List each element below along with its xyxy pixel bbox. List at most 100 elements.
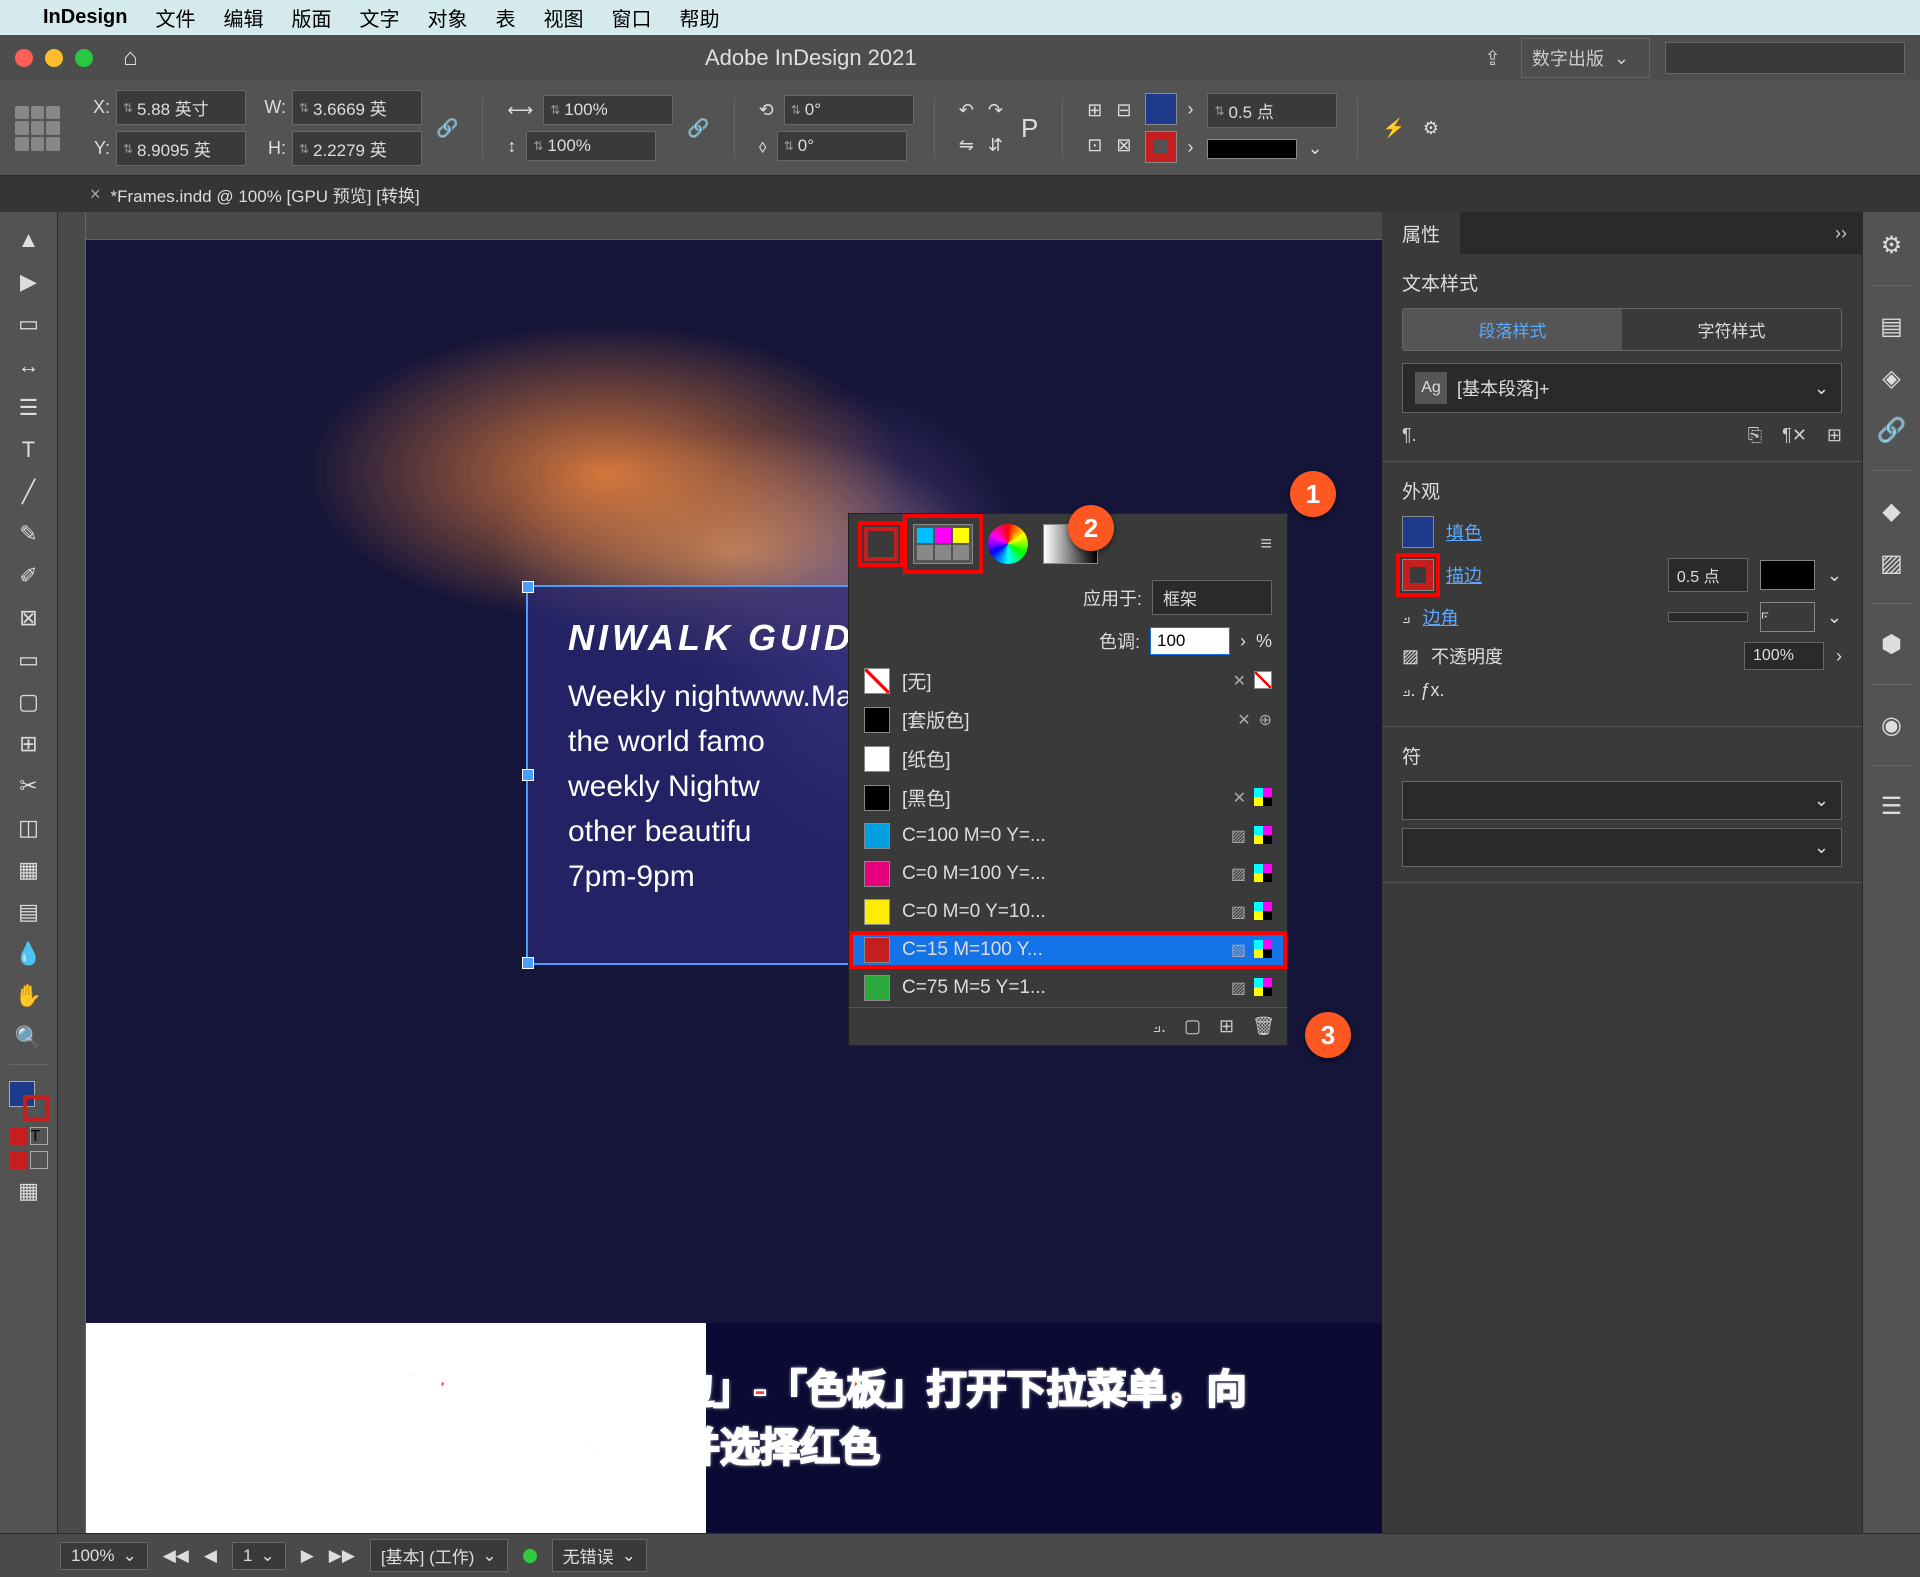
menu-layout[interactable]: 版面 xyxy=(291,3,331,32)
menu-edit[interactable]: 编辑 xyxy=(223,3,263,32)
p-icon[interactable]: P xyxy=(1017,109,1042,148)
menu-view[interactable]: 视图 xyxy=(543,3,583,32)
apply-color-icon[interactable] xyxy=(10,1127,28,1145)
flip-h-icon[interactable]: ⇋ xyxy=(955,131,978,160)
default-colors[interactable] xyxy=(10,1151,48,1169)
menu-object[interactable]: 对象 xyxy=(427,3,467,32)
page-selector[interactable]: 1⌄ xyxy=(232,1542,286,1570)
zoom-selector[interactable]: 100%⌄ xyxy=(60,1542,148,1570)
stroke-swatch[interactable] xyxy=(1145,131,1177,163)
menu-help[interactable]: 帮助 xyxy=(679,3,719,32)
constrain-icon[interactable]: 🔗 xyxy=(432,114,462,143)
stroke-link[interactable]: 描边 xyxy=(1446,562,1482,588)
zoom-tool[interactable]: 🔍 xyxy=(7,1018,51,1058)
opacity-input[interactable]: 100% xyxy=(1744,642,1824,670)
horizontal-ruler[interactable] xyxy=(86,212,1382,240)
new-group-icon[interactable]: ▢ xyxy=(1184,1016,1201,1037)
rotate-cw-icon[interactable]: ↷ xyxy=(984,96,1007,125)
share-icon[interactable]: ⇪ xyxy=(1484,46,1501,71)
preset-selector[interactable]: [基本] (工作)⌄ xyxy=(370,1539,508,1572)
align-icon-1[interactable]: ⊞ xyxy=(1083,96,1106,125)
pencil-tool[interactable]: ✐ xyxy=(7,556,51,596)
shear-input[interactable]: ⇅0° xyxy=(777,131,907,161)
hand-tool[interactable]: ✋ xyxy=(7,976,51,1016)
swatch-options-icon[interactable]: ⟓. xyxy=(1152,1016,1166,1037)
close-tab-icon[interactable]: × xyxy=(90,184,101,205)
stroke-style-selector[interactable] xyxy=(1207,139,1297,159)
character-style-tab[interactable]: 字符样式 xyxy=(1622,309,1841,350)
next-page-icon[interactable]: ▶ xyxy=(301,1546,314,1566)
vertical-ruler[interactable] xyxy=(58,212,86,1533)
apply-to-selector[interactable]: 框架 xyxy=(1152,580,1272,615)
add-style-icon[interactable]: ⊞ xyxy=(1827,425,1842,446)
reference-point-selector[interactable] xyxy=(15,106,60,151)
note-tool[interactable]: ▤ xyxy=(7,892,51,932)
fill-link[interactable]: 填色 xyxy=(1446,519,1482,545)
fill-color-swatch[interactable] xyxy=(1402,516,1434,548)
swatches-mode-tab[interactable] xyxy=(913,524,973,564)
paragraph-style-selector[interactable]: Ag [基本段落]+ ⌄ xyxy=(1402,363,1842,413)
cc-libraries-icon[interactable]: ⬢ xyxy=(1874,626,1910,662)
align-icon-4[interactable]: ⊠ xyxy=(1112,131,1135,160)
menu-type[interactable]: 文字 xyxy=(359,3,399,32)
stroke-style-dropdown-icon[interactable]: ⌄ xyxy=(1303,134,1326,163)
chevron-down-icon[interactable]: ⌄ xyxy=(1827,607,1842,628)
new-swatch-icon[interactable]: ⊞ xyxy=(1219,1016,1234,1037)
swatches-icon[interactable]: ▨ xyxy=(1874,545,1910,581)
content-collector-tool[interactable]: ☰ xyxy=(7,388,51,428)
eyedropper-tool[interactable]: 💧 xyxy=(7,934,51,974)
clear-override-icon[interactable]: ¶✕ xyxy=(1782,425,1807,446)
fill-dropdown-icon[interactable]: › xyxy=(1183,95,1197,124)
char-selector-2[interactable]: ⌄ xyxy=(1402,828,1842,867)
x-input[interactable]: ⇅5.88 英寸 xyxy=(116,90,246,125)
scale-x-input[interactable]: ⇅100% xyxy=(543,95,673,125)
type-tool[interactable]: T xyxy=(7,430,51,470)
home-icon[interactable]: ⌂ xyxy=(123,44,138,72)
search-input[interactable] xyxy=(1665,42,1905,74)
stroke-color-swatch[interactable] xyxy=(1402,559,1434,591)
scale-y-input[interactable]: ⇅100% xyxy=(526,131,656,161)
rotate-input[interactable]: ⇅0° xyxy=(784,95,914,125)
rectangle-tool[interactable]: ▭ xyxy=(7,640,51,680)
rectangle-frame-tool[interactable]: ⊠ xyxy=(7,598,51,638)
tint-more-icon[interactable]: › xyxy=(1240,631,1246,652)
menu-file[interactable]: 文件 xyxy=(155,3,195,32)
color-wheel-icon[interactable]: ◉ xyxy=(1874,707,1910,743)
pilcrow-icon[interactable]: ¶. xyxy=(1402,425,1417,446)
swatch-list[interactable]: [无] ✕ [套版色] ✕⊕ [纸色] [黑色] ✕ C=100 M=0 Y=.… xyxy=(849,661,1287,1007)
free-transform-tool[interactable]: ◫ xyxy=(7,808,51,848)
document-tab[interactable]: × *Frames.indd @ 100% [GPU 预览] [转换] xyxy=(70,182,440,207)
page-tool[interactable]: ▭ xyxy=(7,304,51,344)
handle-tl[interactable] xyxy=(522,581,534,593)
stroke-weight-input[interactable]: 0.5 点 xyxy=(1668,558,1748,592)
layers-icon[interactable]: ◈ xyxy=(1874,360,1910,396)
window-maximize-button[interactable] xyxy=(75,49,93,67)
flip-v-icon[interactable]: ⇵ xyxy=(984,131,1007,160)
settings-icon[interactable]: ⚙ xyxy=(1419,114,1443,143)
pen-tool[interactable]: ✎ xyxy=(7,514,51,554)
menu-table[interactable]: 表 xyxy=(495,3,515,32)
ellipse-tool[interactable]: ▢ xyxy=(7,682,51,722)
rotate-ccw-icon[interactable]: ↶ xyxy=(955,96,978,125)
y-input[interactable]: ⇅8.9095 英 xyxy=(116,131,246,166)
swatch-none[interactable]: [无] ✕ xyxy=(849,661,1287,700)
menu-window[interactable]: 窗口 xyxy=(611,3,651,32)
table-tool[interactable]: ⊞ xyxy=(7,724,51,764)
prev-page-icon[interactable]: ◀ xyxy=(204,1546,217,1566)
app-name[interactable]: InDesign xyxy=(43,6,127,29)
swatch-black[interactable]: [黑色] ✕ xyxy=(849,778,1287,817)
apply-text-color-icon[interactable]: T xyxy=(30,1127,48,1145)
w-input[interactable]: ⇅3.6669 英 xyxy=(292,90,422,125)
align-icon-3[interactable]: ⊡ xyxy=(1083,131,1106,160)
prev-spread-icon[interactable]: ◀◀ xyxy=(163,1546,189,1566)
char-selector[interactable]: ⌄ xyxy=(1402,781,1842,820)
fx-icon[interactable]: ⟓. ƒx. xyxy=(1402,680,1445,701)
fill-swatch[interactable] xyxy=(1145,93,1177,125)
swatch-magenta[interactable]: C=0 M=100 Y=... ▨ xyxy=(849,855,1287,893)
view-mode-tool[interactable]: ▦ xyxy=(7,1171,51,1211)
color-apply-container[interactable]: T xyxy=(10,1127,48,1145)
delete-swatch-icon[interactable]: 🗑 xyxy=(1252,1016,1275,1037)
stroke-proxy-tab[interactable] xyxy=(864,527,898,561)
scissors-tool[interactable]: ✂ xyxy=(7,766,51,806)
stroke-style-mini[interactable] xyxy=(1760,560,1815,590)
